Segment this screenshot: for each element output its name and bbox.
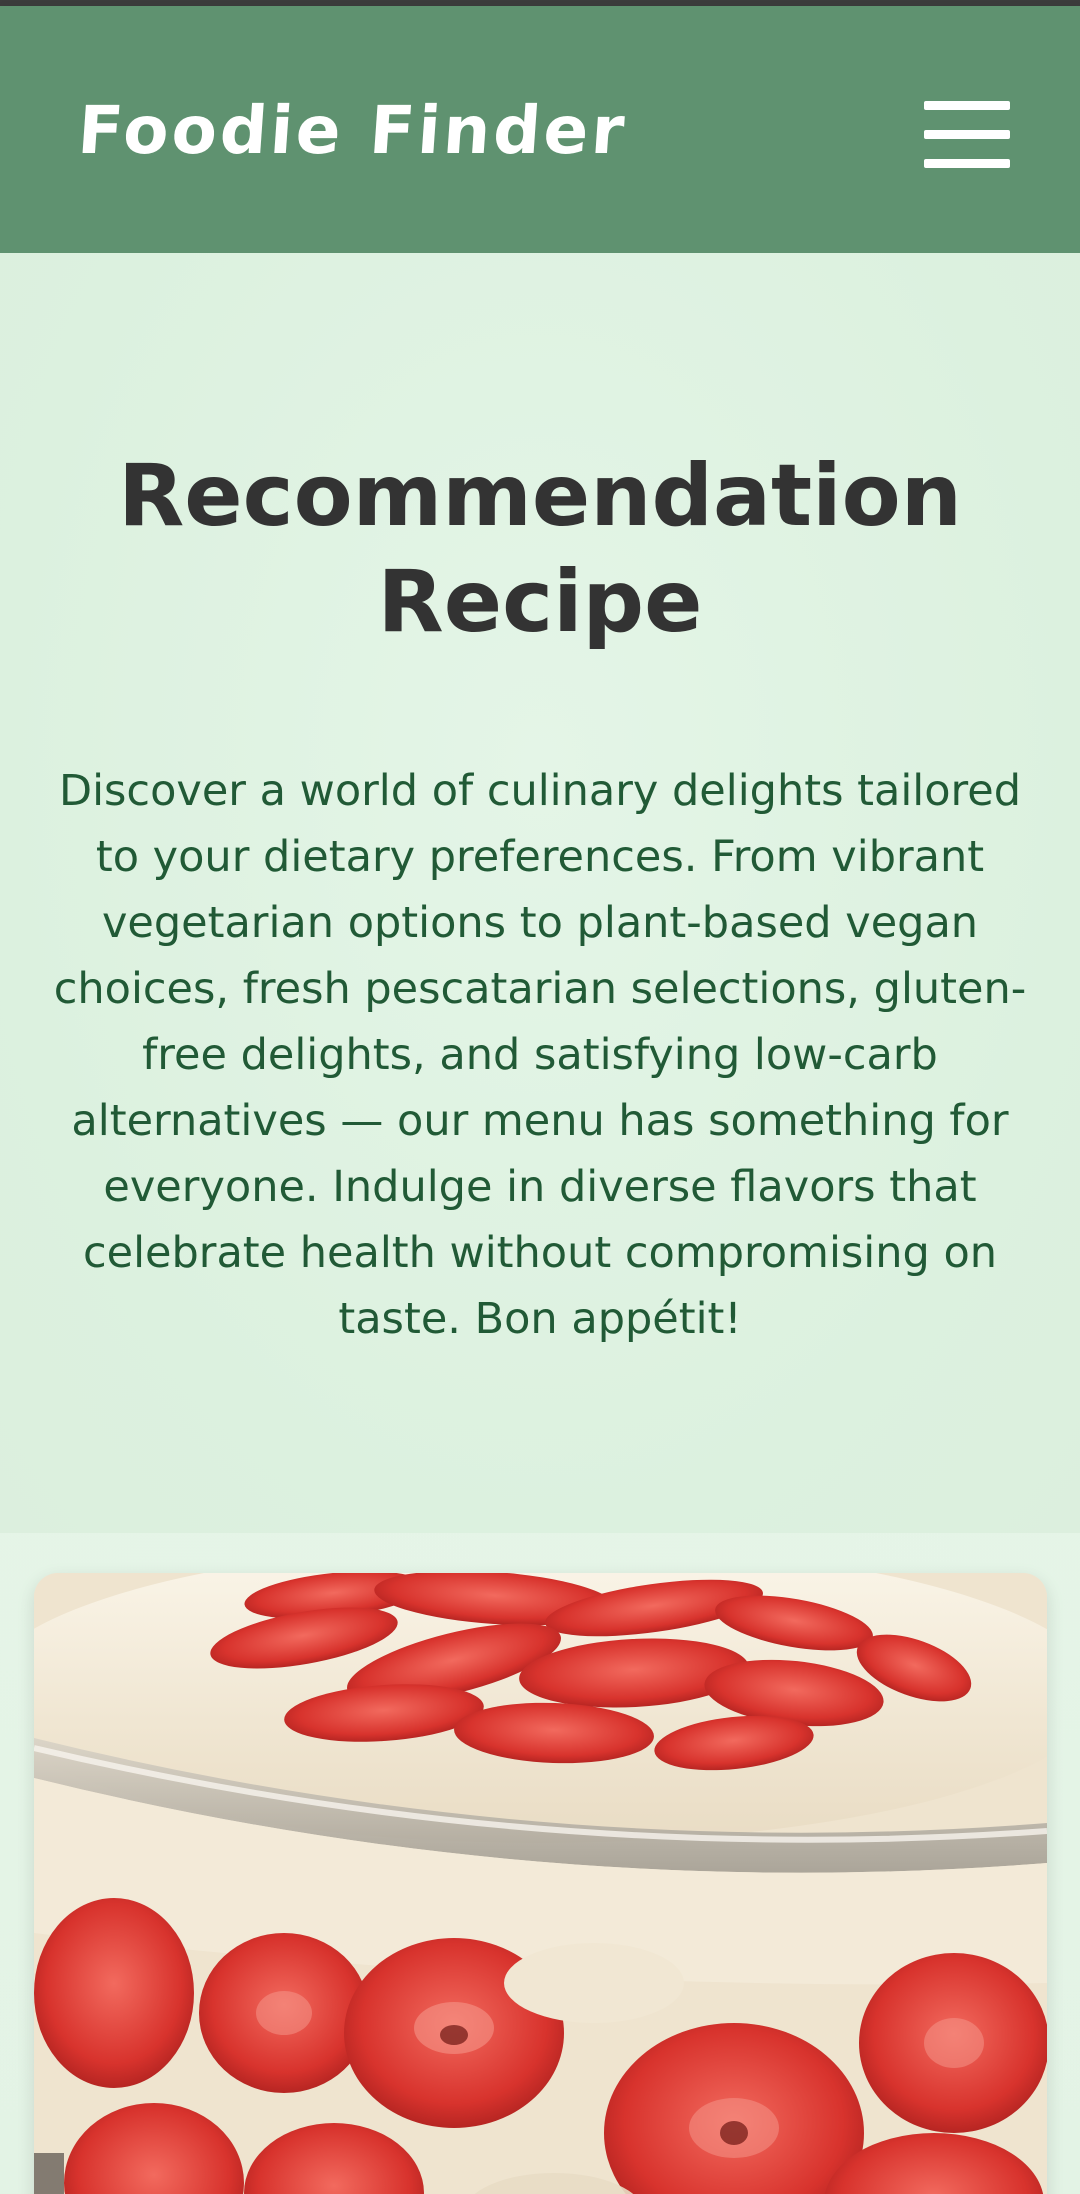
brand-logo[interactable]: Foodie Finder [75, 92, 629, 169]
hero-section: Recommendation Recipe Discover a world o… [0, 253, 1080, 1533]
strawberry-trifle-image [34, 1573, 1047, 2194]
menu-bar-bottom [924, 159, 1010, 168]
menu-bar-middle [924, 130, 1010, 139]
intro-description: Discover a world of culinary delights ta… [53, 766, 1027, 1344]
menu-bar-top [924, 101, 1010, 110]
page-title: Recommendation Recipe [118, 446, 962, 652]
app-header: Foodie Finder [0, 6, 1080, 253]
hamburger-menu-icon[interactable] [924, 101, 1010, 168]
recipe-card-image[interactable] [34, 1573, 1047, 2194]
